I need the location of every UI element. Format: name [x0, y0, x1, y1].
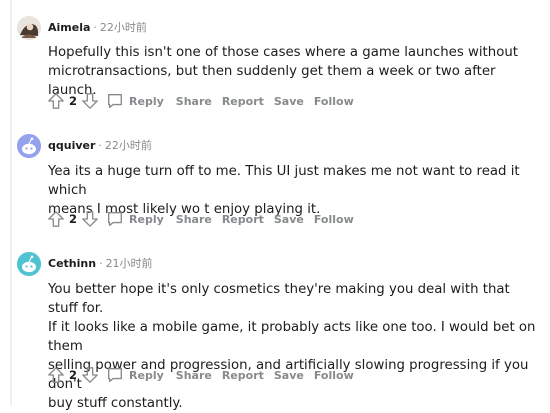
upvote-arrow-icon: [48, 211, 64, 227]
comment-text-line: buy stuff constantly.: [48, 396, 183, 411]
comment-text-line: You better hope it's only cosmetics they…: [48, 282, 510, 316]
comment-actions: 2 Reply Share Report Save Follow: [46, 209, 354, 229]
comment-author[interactable]: qquiver: [48, 139, 95, 152]
comment-body: You better hope it's only cosmetics they…: [48, 280, 538, 413]
vote-score: 2: [69, 368, 78, 382]
upvote-button[interactable]: [46, 91, 66, 111]
comment-timestamp[interactable]: 22小时前: [105, 139, 152, 152]
follow-button[interactable]: Follow: [314, 213, 354, 226]
comment-timestamp[interactable]: 22小时前: [100, 21, 147, 34]
snoo-avatar-icon: [17, 252, 41, 276]
share-button[interactable]: Share: [176, 95, 212, 108]
comment-actions: 2 Reply Share Report Save Follow: [46, 91, 354, 111]
reply-button[interactable]: Reply: [106, 366, 164, 384]
reply-button[interactable]: Reply: [106, 210, 164, 228]
downvote-button[interactable]: [80, 365, 100, 385]
reply-label: Reply: [129, 212, 164, 226]
speech-bubble-icon: [108, 212, 122, 226]
comment-text-line: Hopefully this isn't one of those cases …: [48, 45, 518, 60]
snoo-avatar-icon: [17, 134, 41, 158]
thread-line[interactable]: [10, 0, 12, 405]
downvote-arrow-icon: [82, 93, 98, 109]
save-button[interactable]: Save: [274, 369, 304, 382]
avatar[interactable]: [17, 252, 41, 276]
comment-author[interactable]: Cethinn: [48, 257, 96, 270]
report-button[interactable]: Report: [222, 95, 264, 108]
save-button[interactable]: Save: [274, 213, 304, 226]
speech-bubble-icon: [108, 368, 122, 382]
upvote-button[interactable]: [46, 365, 66, 385]
separator-dot: ·: [93, 21, 97, 34]
comment-actions: 2 Reply Share Report Save Follow: [46, 365, 354, 385]
downvote-arrow-icon: [82, 211, 98, 227]
follow-button[interactable]: Follow: [314, 95, 354, 108]
separator-dot: ·: [99, 257, 103, 270]
reply-button[interactable]: Reply: [106, 92, 164, 110]
report-button[interactable]: Report: [222, 369, 264, 382]
speech-bubble-icon: [108, 94, 122, 108]
downvote-button[interactable]: [80, 209, 100, 229]
separator-dot: ·: [98, 139, 102, 152]
reply-label: Reply: [129, 94, 164, 108]
vote-score: 2: [69, 212, 78, 226]
save-button[interactable]: Save: [274, 95, 304, 108]
vote-score: 2: [69, 94, 78, 108]
upvote-button[interactable]: [46, 209, 66, 229]
share-button[interactable]: Share: [176, 369, 212, 382]
avatar[interactable]: [17, 134, 41, 158]
avatar-image-icon: [17, 16, 41, 40]
comment-timestamp[interactable]: 21小时前: [106, 257, 153, 270]
report-button[interactable]: Report: [222, 213, 264, 226]
comment-text-line: If it looks like a mobile game, it proba…: [48, 320, 536, 354]
upvote-arrow-icon: [48, 367, 64, 383]
comment-author[interactable]: Aimela: [48, 21, 90, 34]
avatar[interactable]: [17, 16, 41, 40]
downvote-button[interactable]: [80, 91, 100, 111]
reply-label: Reply: [129, 368, 164, 382]
follow-button[interactable]: Follow: [314, 369, 354, 382]
share-button[interactable]: Share: [176, 213, 212, 226]
upvote-arrow-icon: [48, 93, 64, 109]
comment-text-line: Yea its a huge turn off to me. This UI j…: [48, 164, 520, 198]
downvote-arrow-icon: [82, 367, 98, 383]
